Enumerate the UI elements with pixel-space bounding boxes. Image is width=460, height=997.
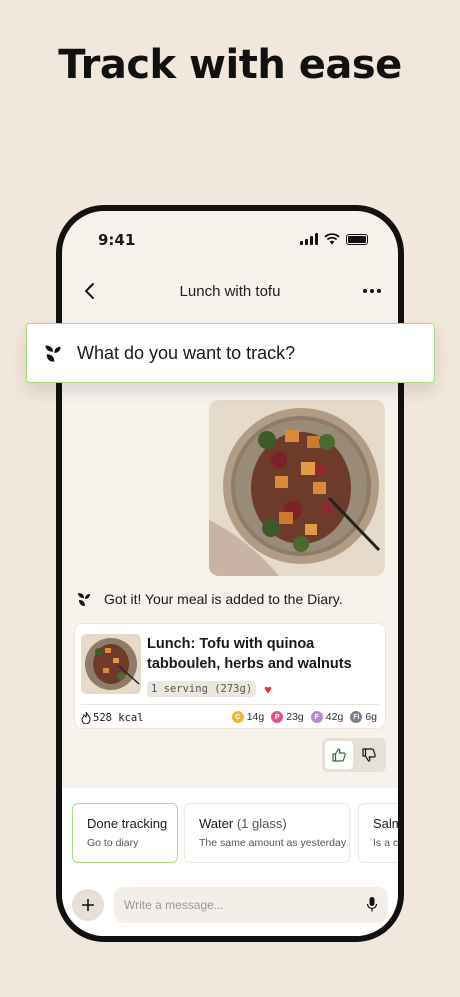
more-options-icon[interactable]: [362, 281, 382, 301]
wifi-icon: [324, 233, 340, 245]
fat-badge: F: [310, 711, 323, 723]
carbs-badge: C: [231, 711, 244, 723]
thumbs-down-button[interactable]: [356, 741, 384, 769]
macro-protein: P 23g: [271, 711, 304, 723]
feedback-toggle: [322, 738, 386, 772]
assistant-reply: Got it! Your meal is added to the Diary.: [76, 591, 343, 607]
meal-thumbnail: [81, 634, 141, 694]
flame-icon: [81, 712, 91, 724]
message-composer: [72, 887, 388, 923]
thumbs-up-button[interactable]: [325, 741, 353, 769]
divider: [81, 704, 379, 705]
meal-card[interactable]: Lunch: Tofu with quinoa tabbouleh, herbs…: [74, 623, 386, 729]
heart-icon[interactable]: ♥: [264, 682, 272, 697]
macro-fiber: Fi 6g: [350, 711, 377, 723]
status-bar: 9:41: [92, 229, 368, 251]
battery-icon: [346, 234, 368, 245]
app-logo-icon: [45, 345, 61, 362]
thumbs-down-icon: [362, 748, 377, 762]
track-prompt-text: What do you want to track?: [77, 342, 296, 363]
nav-bar: Lunch with tofu: [62, 271, 398, 311]
track-prompt-bar[interactable]: What do you want to track?: [26, 323, 435, 383]
suggestion-done-tracking[interactable]: Done tracking Go to diary: [72, 803, 178, 863]
macro-carbs: C 14g: [231, 711, 264, 723]
meal-name: Lunch: Tofu with quinoa tabbouleh, herbs…: [147, 636, 352, 672]
suggestion-salmon[interactable]: Salm Is a co: [358, 803, 398, 863]
plus-icon: [82, 899, 94, 911]
phone-frame: 9:41 Lunch with tofu Got it! Your meal i…: [56, 205, 404, 942]
macros: C 14g P 23g F 42g Fi 6g: [231, 711, 377, 723]
meal-photo: [209, 400, 385, 576]
status-icons: [300, 233, 368, 245]
signal-icon: [300, 233, 318, 245]
protein-badge: P: [271, 711, 284, 723]
page-title: Lunch with tofu: [179, 283, 281, 300]
status-time: 9:41: [98, 231, 136, 249]
fiber-badge: Fi: [350, 711, 363, 723]
reply-text: Got it! Your meal is added to the Diary.: [104, 591, 343, 607]
serving-pill[interactable]: 1 serving (273g): [147, 681, 257, 697]
suggestion-water[interactable]: Water (1 glass) The same amount as yeste…: [184, 803, 350, 863]
kcal-value: 528 kcal: [81, 712, 144, 724]
headline: Track with ease: [58, 42, 402, 88]
microphone-icon[interactable]: [366, 896, 378, 914]
thumbs-up-icon: [332, 748, 346, 762]
serving-row: 1 serving (273g) ♥: [147, 681, 272, 697]
add-button[interactable]: [72, 889, 104, 921]
app-logo-icon: [78, 593, 90, 606]
macro-fat: F 42g: [310, 711, 343, 723]
message-input[interactable]: [114, 887, 388, 923]
